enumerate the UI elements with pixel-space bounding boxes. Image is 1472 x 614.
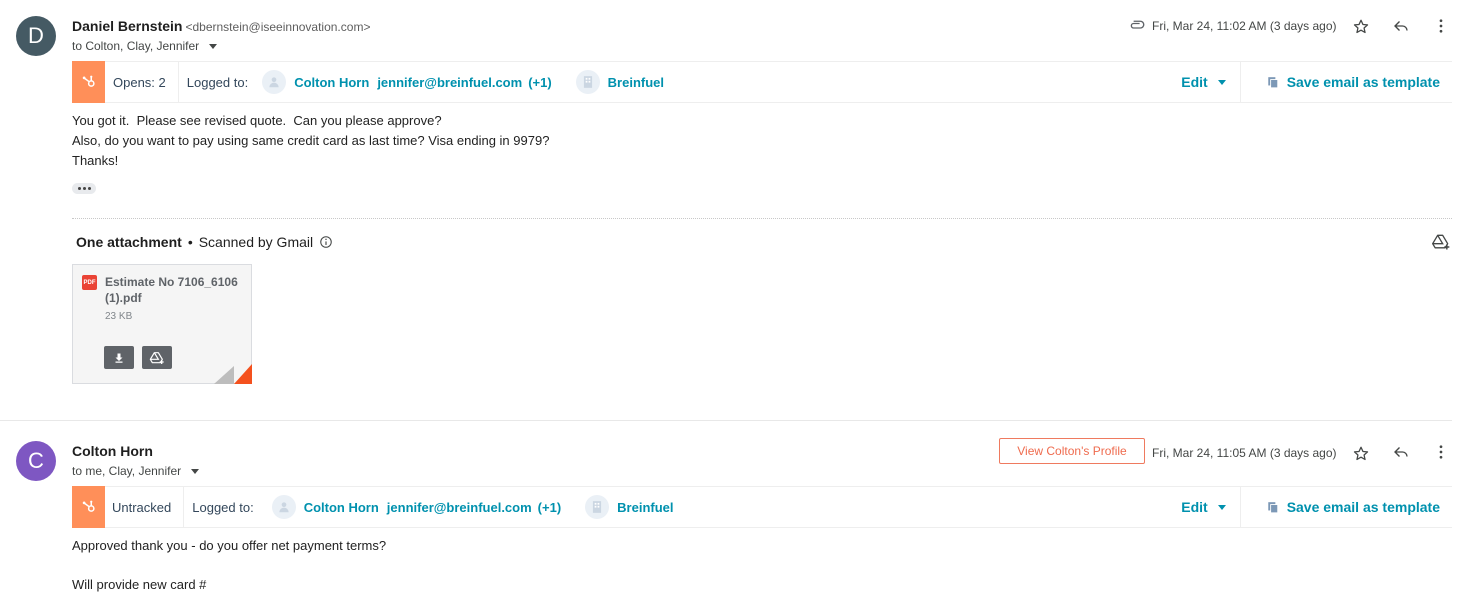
contact-icon	[262, 70, 287, 94]
message-body: You got it. Please see revised quote. Ca…	[72, 111, 549, 171]
save-template-label: Save email as template	[1286, 74, 1440, 90]
chevron-down-icon	[1217, 504, 1226, 510]
scanned-label: Scanned by Gmail	[198, 234, 314, 250]
contact-email-link[interactable]: jennifer@breinfuel.com	[387, 500, 532, 515]
save-template-button[interactable]: Save email as template	[1241, 499, 1452, 515]
sender-avatar[interactable]: D	[16, 16, 56, 56]
company-icon	[585, 495, 610, 519]
attachments-header: One attachment • Scanned by Gmail	[76, 234, 333, 250]
add-to-drive-button[interactable]	[142, 346, 172, 369]
recipients-toggle[interactable]: to Colton, Clay, Jennifer	[72, 39, 218, 53]
save-template-button[interactable]: Save email as template	[1241, 74, 1452, 90]
recipients-text: to me, Clay, Jennifer	[72, 464, 182, 478]
copy-icon	[1267, 501, 1278, 513]
more-contacts-link[interactable]: (+1)	[528, 75, 551, 90]
hubspot-tracking-bar: Untracked Logged to: Colton Horn jennife…	[72, 486, 1452, 528]
chevron-down-icon	[191, 468, 200, 474]
body-line	[72, 556, 386, 576]
edit-dropdown[interactable]: Edit	[1167, 62, 1241, 102]
tracking-status: Untracked	[105, 487, 185, 527]
edit-dropdown[interactable]: Edit	[1167, 487, 1241, 527]
show-trimmed-content-button[interactable]	[72, 183, 96, 194]
pdf-icon: PDF	[82, 275, 97, 290]
reply-icon[interactable]	[1390, 441, 1412, 463]
attachment-icon	[1126, 14, 1148, 36]
company-link[interactable]: Breinfuel	[608, 75, 664, 90]
body-line: Approved thank you - do you offer net pa…	[72, 538, 387, 553]
message-body: Approved thank you - do you offer net pa…	[72, 536, 386, 595]
more-contacts-link[interactable]: (+1)	[538, 500, 561, 515]
star-icon[interactable]	[1350, 16, 1372, 38]
attachment-card[interactable]: PDF Estimate No 7106_6106 (1).pdf 23 KB	[72, 264, 252, 384]
body-line: Thanks!	[72, 153, 119, 168]
company-icon	[575, 70, 600, 94]
sender-email: <dbernstein@iseeinnovation.com>	[185, 20, 371, 34]
body-line: You got it. Please see revised quote. Ca…	[72, 113, 442, 128]
company-link[interactable]: Breinfuel	[617, 500, 673, 515]
contact-name-link[interactable]: Colton Horn	[304, 500, 379, 515]
reply-icon[interactable]	[1390, 15, 1412, 37]
edit-label: Edit	[1181, 74, 1208, 90]
hubspot-logo-icon	[72, 486, 105, 528]
attachment-divider	[72, 218, 1452, 219]
attachment-name: Estimate No 7106_6106 (1).pdf	[105, 275, 238, 305]
chevron-down-icon	[209, 43, 218, 49]
body-line: Also, do you want to pay using same cred…	[72, 133, 550, 148]
sender-name-text: Daniel Bernstein	[72, 18, 183, 34]
sender-name[interactable]: Colton Horn	[72, 443, 153, 459]
copy-icon	[1267, 76, 1278, 88]
message-date: Fri, Mar 24, 11:02 AM (3 days ago)	[1152, 19, 1337, 33]
bullet-separator: •	[187, 234, 193, 250]
logged-to-label: Logged to:	[186, 74, 249, 90]
hubspot-logo-icon	[72, 61, 105, 103]
recipients-toggle[interactable]: to me, Clay, Jennifer	[72, 464, 200, 478]
view-profile-button[interactable]: View Colton's Profile	[999, 438, 1145, 464]
star-icon[interactable]	[1350, 443, 1372, 465]
attachment-size: 23 KB	[105, 311, 133, 322]
message-separator	[0, 420, 1452, 421]
contact-icon	[271, 495, 296, 519]
download-button[interactable]	[104, 346, 134, 369]
contact-email-link[interactable]: jennifer@breinfuel.com	[377, 75, 522, 90]
info-icon[interactable]	[319, 235, 333, 249]
save-template-label: Save email as template	[1286, 499, 1440, 515]
attachments-title: One attachment	[76, 234, 182, 250]
add-all-to-drive-icon[interactable]	[1430, 231, 1452, 253]
sender-avatar[interactable]: C	[16, 441, 56, 481]
more-vert-icon[interactable]	[1430, 15, 1452, 37]
tracking-status: Opens: 2	[105, 62, 179, 102]
body-line: Will provide new card #	[72, 577, 207, 592]
logged-to-label: Logged to:	[192, 499, 254, 515]
sender-name[interactable]: Daniel Bernstein <dbernstein@iseeinnovati…	[72, 18, 370, 34]
add-to-drive-icon	[149, 351, 164, 364]
chevron-down-icon	[1217, 79, 1226, 85]
recipients-text: to Colton, Clay, Jennifer	[72, 39, 200, 53]
edit-label: Edit	[1181, 499, 1208, 515]
message-date: Fri, Mar 24, 11:05 AM (3 days ago)	[1152, 446, 1337, 460]
hubspot-tracking-bar: Opens: 2 Logged to: Colton Horn jennifer…	[72, 61, 1452, 103]
page-fold-decoration	[214, 364, 252, 384]
contact-name-link[interactable]: Colton Horn	[294, 75, 369, 90]
download-icon	[115, 353, 123, 363]
more-vert-icon[interactable]	[1430, 441, 1452, 463]
